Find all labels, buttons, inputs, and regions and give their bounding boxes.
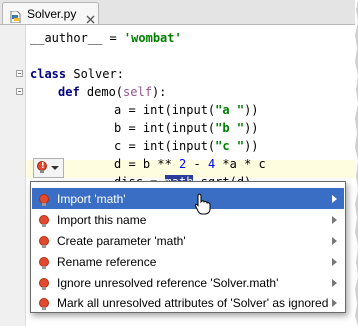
error-bulb-icon	[39, 214, 49, 227]
code-line: b = int(input("b "))	[114, 121, 259, 135]
hand-pointer-icon	[194, 193, 211, 215]
menu-item-rename-reference[interactable]: Rename reference	[32, 251, 344, 272]
intention-bulb-button[interactable]: !	[33, 158, 64, 178]
chevron-right-icon	[332, 215, 337, 224]
torn-edge	[355, 0, 358, 326]
chevron-right-icon	[332, 257, 337, 266]
fold-toggle-icon[interactable]	[16, 88, 23, 95]
menu-item-ignore-unresolved[interactable]: Ignore unresolved reference 'Solver.math…	[32, 272, 344, 293]
code-line: def demo(self):	[58, 85, 167, 99]
code-line: c = int(input("c "))	[114, 139, 259, 153]
chevron-right-icon	[332, 278, 337, 287]
error-bulb-icon	[39, 277, 49, 290]
error-bulb-icon	[39, 193, 49, 206]
code-line: __author__ = 'wombat'	[30, 31, 182, 45]
tab-title: Solver.py	[27, 6, 77, 21]
tab-solver-py[interactable]: Solver.py	[2, 2, 99, 24]
editor-gutter	[0, 25, 26, 326]
close-icon[interactable]	[86, 9, 95, 24]
error-bulb-icon	[39, 256, 49, 269]
intention-actions-popup: Import 'math' Import this name Create pa…	[30, 181, 346, 313]
python-file-icon	[10, 8, 21, 23]
error-bulb-icon	[39, 297, 49, 310]
error-bulb-icon	[39, 235, 49, 248]
menu-item-create-parameter[interactable]: Create parameter 'math'	[32, 230, 344, 251]
menu-item-import-math[interactable]: Import 'math'	[32, 188, 344, 209]
chevron-right-icon	[332, 194, 337, 203]
fold-toggle-icon[interactable]	[16, 70, 23, 77]
menu-item-mark-all-unresolved[interactable]: Mark all unresolved attributes of 'Solve…	[32, 293, 344, 312]
error-bulb-icon: !	[37, 161, 47, 173]
chevron-right-icon	[332, 236, 337, 245]
code-line: a = int(input("a "))	[114, 103, 259, 117]
editor-tab-bar: Solver.py	[0, 0, 355, 25]
code-line: d = b ** 2 - 4 *a * c	[114, 157, 266, 171]
code-line: class Solver:	[30, 67, 124, 81]
chevron-down-icon	[51, 166, 59, 170]
chevron-right-icon	[332, 298, 337, 307]
menu-item-import-this-name[interactable]: Import this name	[32, 209, 344, 230]
